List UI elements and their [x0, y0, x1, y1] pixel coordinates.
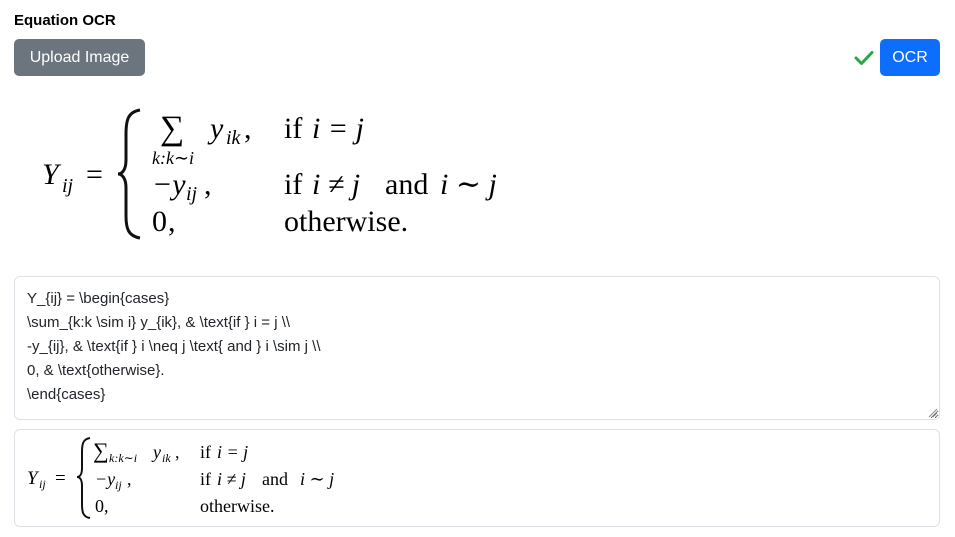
rendered-equation-preview: Y ij = ∑ k:k∼i y ik , if i = j −y ij , i… [14, 429, 940, 527]
latex-output-textarea[interactable]: Y_{ij} = \begin{cases} \sum_{k:k \sim i}… [14, 276, 940, 420]
preview-equals: = [55, 468, 66, 489]
preview-row1-punct: , [175, 442, 180, 462]
preview-row1-cond: if [200, 442, 211, 462]
preview-row2-and: and [262, 469, 288, 489]
eq-lhs-sub: ij [62, 175, 74, 197]
row3-cond-text: otherwise. [284, 205, 408, 238]
eq-lhs: Y [42, 158, 62, 191]
row2-cond-and: and [385, 168, 428, 201]
preview-row2-expr-sub: ij [115, 478, 122, 492]
preview-row1-expr: y [151, 442, 161, 462]
row1-expr: y [207, 112, 224, 145]
row3-punct: , [168, 205, 176, 238]
row2-expr: −y [152, 168, 186, 201]
row2-cond-math2: i ∼ j [440, 168, 497, 201]
row2-cond-text: if [284, 168, 302, 201]
row1-expr-sub: ik [226, 127, 242, 149]
preview-left-brace [76, 437, 91, 519]
row1-cond-text: if [284, 112, 302, 145]
left-brace [117, 108, 141, 240]
preview-row1-sub: k:k∼i [109, 451, 137, 465]
preview-row3-expr: 0, [95, 496, 109, 516]
row1-punct: , [244, 112, 252, 145]
rendered-equation: Y ij = ∑ k:k∼i y ik , if i = j −y ij , i… [27, 437, 334, 519]
preview-row2-cond: if [200, 469, 211, 489]
preview-row1-expr-sub: ik [162, 451, 171, 465]
row1-cond-math: i = j [312, 112, 364, 145]
check-icon [854, 51, 874, 65]
uploaded-equation-image: Y ij = ∑ k:k∼i y ik , if i = j −y ij , i… [42, 108, 497, 240]
preview-row1-sum: ∑ [93, 438, 109, 463]
row2-expr-sub: ij [186, 183, 198, 205]
row2-punct: , [204, 168, 212, 201]
ocr-button[interactable]: OCR [880, 39, 940, 76]
row1-sum-under: k:k∼i [152, 148, 194, 168]
preview-row1-cond-math: i = j [217, 442, 248, 462]
eq-equals: = [86, 158, 103, 191]
preview-row2-expr: −y [95, 469, 115, 489]
preview-row2-cond-math2: i ∼ j [300, 469, 334, 489]
row3-expr: 0 [152, 205, 167, 238]
row1-sum-symbol: ∑ [160, 110, 184, 147]
upload-image-button[interactable]: Upload Image [14, 39, 145, 76]
page-title: Equation OCR [14, 12, 116, 29]
preview-row3-cond: otherwise. [200, 496, 274, 516]
preview-lhs-sub: ij [39, 477, 46, 491]
preview-row2-cond-math: i ≠ j [217, 469, 246, 489]
row2-cond-math: i ≠ j [312, 168, 360, 201]
resize-handle-icon[interactable] [928, 408, 938, 418]
preview-row2-punct: , [127, 469, 132, 489]
